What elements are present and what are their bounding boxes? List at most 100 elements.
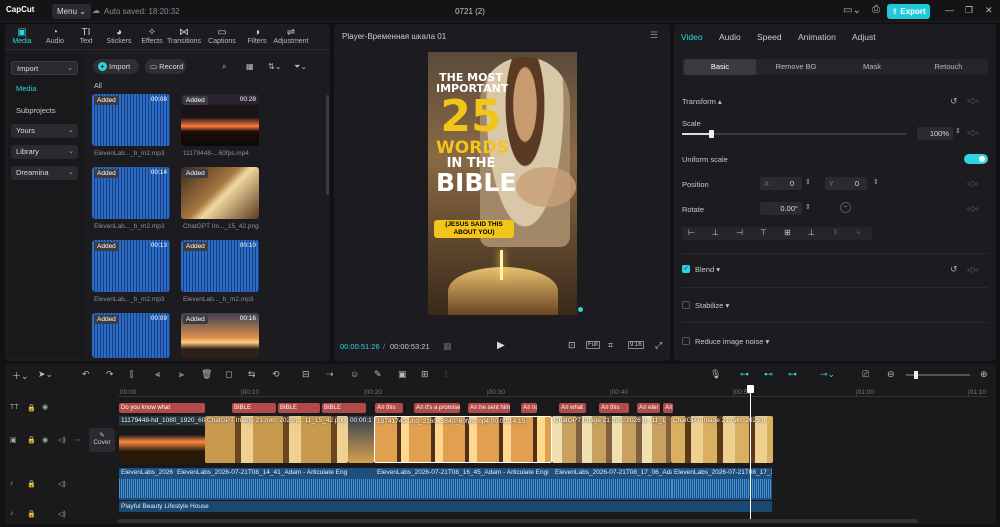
microphone-icon[interactable]: 🎙 [710, 369, 721, 380]
media-item[interactable]: Added 00:08 [92, 94, 170, 146]
subtab-basic[interactable]: Basic [684, 59, 756, 75]
audio-clip[interactable]: ElevenLabs_2026 [119, 468, 175, 500]
menu-button[interactable]: Menu ⌄ [52, 4, 91, 19]
zoom-out-icon[interactable]: ⊖ [887, 369, 895, 380]
keyframe-icon[interactable]: ‹◇› [967, 265, 978, 274]
video-clip[interactable]: 00:00:1 [348, 416, 374, 463]
reset-icon[interactable]: ↺ [950, 96, 958, 107]
text-clip[interactable]: A≡ not [521, 403, 537, 413]
audio-clip[interactable]: ElevenLabs_2026-07-21T08_16_45_Adam - Ar… [375, 468, 553, 500]
tab-text[interactable]: TI Text [68, 27, 104, 45]
playhead[interactable] [750, 386, 751, 519]
tab-transitions[interactable]: ⋈ Transitions [166, 27, 202, 45]
project-title[interactable]: 0721 (2) [430, 7, 510, 16]
mirror-icon[interactable]: ⇆ [248, 369, 256, 380]
ratio-button[interactable]: 9:16 [628, 341, 644, 349]
media-item[interactable]: Added 00:09 [92, 313, 170, 358]
text-clip[interactable]: A≡ this [599, 403, 629, 413]
align-center-icon[interactable]: ⊥ [712, 228, 719, 237]
crop-tool-icon[interactable]: ⟲ [272, 369, 280, 380]
blend-heading[interactable]: Blend ▾ [695, 265, 720, 274]
more-icon[interactable]: ⋯ [74, 436, 81, 444]
sort-icon[interactable]: ⇅⌄ [268, 62, 281, 71]
sidebar-item-library[interactable]: Library ⌄ [11, 145, 78, 159]
split-right-icon[interactable]: ⫸ [179, 369, 184, 380]
text-clip[interactable]: A≡ eter [637, 403, 660, 413]
tab-stickers[interactable]: ◕ Stickers [101, 27, 137, 45]
media-item[interactable]: Added 00:16 [181, 313, 259, 358]
video-clip[interactable]: ChatGPT Image 21 лип. 2026 р., 11_1 [552, 416, 671, 463]
link-icon[interactable]: ⊶ [788, 369, 797, 380]
tab-speed[interactable]: Speed [757, 32, 782, 42]
view-grid-icon[interactable]: ▦ [246, 62, 254, 71]
sidebar-item-yours[interactable]: Yours ⌄ [11, 124, 78, 138]
video-clip[interactable]: ChatGPT Image 21 лип. 2026 р., 11_15_42.… [205, 416, 348, 463]
import-button[interactable]: + Import [93, 59, 139, 74]
zoom-slider[interactable] [906, 371, 970, 379]
tab-effects[interactable]: ✧ Effects [134, 27, 170, 45]
text-clip[interactable]: A≡ he sent him [468, 403, 510, 413]
keyframe-icon[interactable]: ‹◇› [967, 128, 978, 137]
layout-icon[interactable]: ▭⌄ [843, 5, 861, 16]
sidebar-item-import[interactable]: Import ⌄ [11, 61, 78, 75]
filter-icon[interactable]: ⏷⌄ [294, 62, 307, 72]
split-left-icon[interactable]: ⫷ [155, 369, 160, 380]
stepper-icon[interactable]: ⇕ [805, 203, 811, 211]
close-icon[interactable]: ✕ [985, 5, 993, 16]
tab-adjust[interactable]: Adjust [852, 32, 876, 42]
volume-icon[interactable]: ◁) [58, 510, 66, 518]
reduce-noise-heading[interactable]: Reduce image noise ▾ [695, 337, 769, 346]
link-main-icon[interactable]: ⊶ [740, 369, 749, 380]
align-middle-icon[interactable]: ⊞ [784, 228, 791, 237]
audio-clip[interactable]: ElevenLabs_2026-07-21T08_14_41_Adam - Ar… [175, 468, 375, 500]
volume-icon[interactable]: ◁) [58, 480, 66, 488]
tab-video[interactable]: Video [681, 32, 703, 42]
lock-icon[interactable]: 🔒 [27, 404, 36, 412]
text-clip[interactable]: A≡ [663, 403, 673, 413]
audio-clip[interactable]: ElevenLabs_2026-07-21T08_17_34 [672, 468, 772, 500]
tab-audio[interactable]: Audio [719, 32, 741, 42]
text-clip[interactable]: BIBLE [232, 403, 276, 413]
delete-icon[interactable]: 🗑 [201, 369, 212, 380]
crop-icon[interactable]: ⌗ [608, 340, 613, 351]
subtab-retouch[interactable]: Retouch [911, 59, 986, 75]
subtab-mask[interactable]: Mask [835, 59, 909, 75]
scale-slider-handle[interactable] [709, 130, 715, 138]
distribute-v-icon[interactable]: ≡ [856, 228, 861, 237]
sidebar-item-media[interactable]: Media [16, 84, 36, 93]
rotate-dial-icon[interactable]: – [840, 202, 851, 213]
stepper-icon[interactable]: ⇕ [805, 178, 811, 186]
sidebar-item-dreamina[interactable]: Dreamina ⌄ [11, 166, 78, 180]
reset-icon[interactable]: ↺ [950, 264, 958, 275]
eye-icon[interactable]: ◉ [42, 436, 48, 444]
redo-icon[interactable]: ↷ [106, 369, 114, 380]
text-clip[interactable]: A≡ it's a promise [414, 403, 460, 413]
media-item[interactable]: Added 00:14 [92, 167, 170, 219]
play-icon[interactable]: ▶ [497, 340, 505, 351]
lock-icon[interactable]: 🔒 [27, 480, 36, 488]
waveform-icon[interactable]: ⊡ [568, 340, 576, 351]
screen-icon[interactable]: ⎚ [862, 369, 869, 380]
subtitle-tool-icon[interactable]: ▣ [398, 369, 407, 380]
subtab-remove-bg[interactable]: Remove BG [759, 59, 833, 75]
zoom-in-icon[interactable]: ⊕ [980, 369, 988, 380]
record-button[interactable]: ▭ Record [145, 59, 186, 74]
position-y-input[interactable]: Y0 [825, 177, 867, 190]
keyframe-icon[interactable]: ‹◇› [967, 96, 978, 105]
tab-captions[interactable]: ▭ Captions [204, 27, 240, 45]
text-clip[interactable]: A≡ this [375, 403, 403, 413]
transform-heading[interactable]: Transform ▴ [682, 97, 722, 106]
player-menu-icon[interactable]: ☰ [650, 30, 658, 41]
text-clip[interactable]: BIBLE [322, 403, 366, 413]
music-clip[interactable]: Playful Beauty Lifestyle House [119, 501, 772, 512]
scale-input[interactable]: 100% [917, 127, 953, 140]
select-tool-icon[interactable]: ➤⌄ [38, 369, 53, 380]
tab-animation[interactable]: Animation [798, 32, 836, 42]
person-icon[interactable]: ☺ [350, 369, 359, 379]
media-item[interactable]: Added 00:10 [181, 240, 259, 292]
align-bottom-icon[interactable]: ⊥ [808, 228, 815, 237]
sidebar-item-subprojects[interactable]: Subprojects [16, 106, 56, 115]
marker-icon[interactable]: ⊟ [302, 369, 310, 380]
video-preview[interactable]: THE MOST IMPORTANT 25 WORDS IN THE BIBLE… [428, 52, 577, 315]
reduce-noise-checkbox[interactable] [682, 337, 690, 345]
